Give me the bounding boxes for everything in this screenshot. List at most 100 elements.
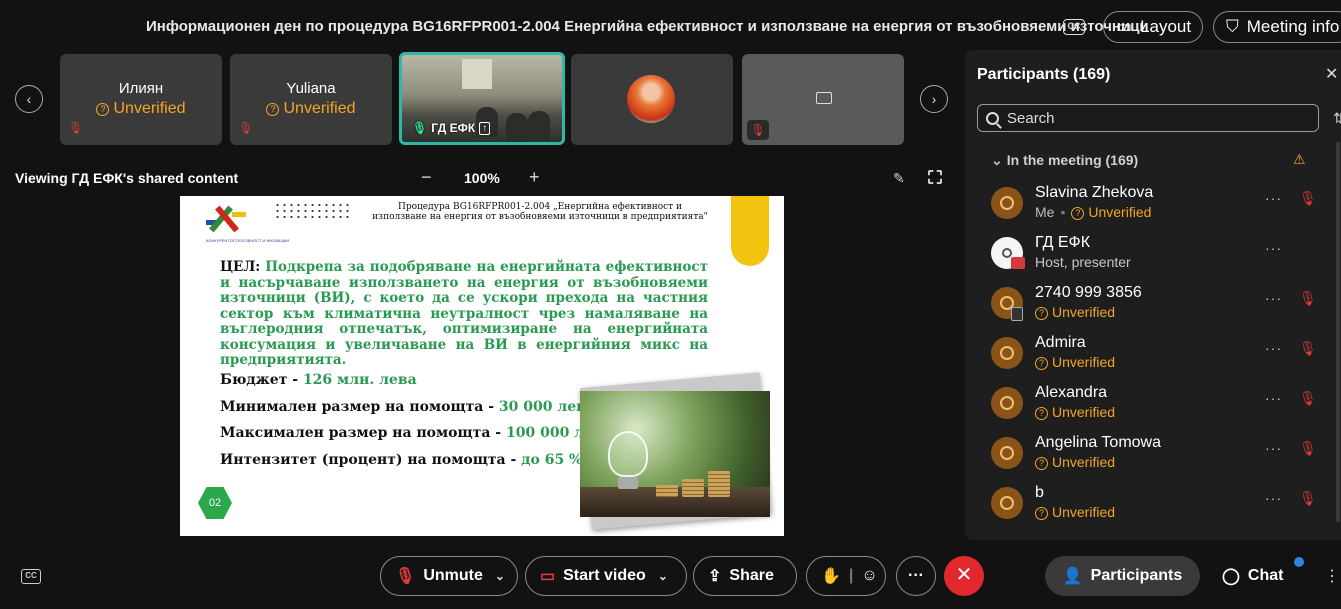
mic-muted-icon: 🎙︎: [238, 121, 254, 135]
video-tile[interactable]: Илиян ? Unverified 🎙︎: [60, 54, 222, 145]
mic-muted-icon: 🎙︎: [747, 120, 769, 140]
emoji-reaction-icon[interactable]: ☺: [861, 567, 877, 585]
tile-status-text: Unverified: [113, 100, 186, 117]
question-icon: ?: [1035, 357, 1048, 370]
decorative-yellow-shape: [731, 196, 769, 266]
zoom-level[interactable]: 100%: [464, 170, 500, 186]
tile-name: Илиян: [118, 80, 164, 97]
close-icon[interactable]: ✕: [1325, 64, 1338, 84]
row-value: до 65 %: [521, 452, 583, 468]
mic-muted-icon[interactable]: 🎙︎: [1299, 440, 1317, 457]
room-person: [506, 113, 528, 142]
mic-muted-icon[interactable]: 🎙︎: [1299, 390, 1317, 407]
more-options-icon[interactable]: ···: [1265, 290, 1282, 306]
question-icon: ?: [1071, 207, 1085, 220]
unmute-button[interactable]: 🎙︎ Unmute ⌄: [380, 556, 518, 596]
more-options-icon[interactable]: ···: [1265, 190, 1282, 206]
row-label: Минимален размер на помощта -: [220, 399, 499, 415]
room-person: [528, 111, 550, 141]
next-video-arrow-icon[interactable]: ›: [920, 85, 948, 113]
question-icon: ?: [1035, 307, 1048, 320]
status-text: Unverified: [1052, 454, 1116, 470]
zoom-in-button[interactable]: +: [529, 167, 540, 188]
participants-button[interactable]: 👤 Participants: [1045, 556, 1200, 596]
goal-text: Подкрепа за подобряване на енергийната е…: [220, 259, 708, 368]
participant-name: 2740 999 3856: [1035, 284, 1142, 301]
more-options-icon[interactable]: ···: [1265, 390, 1282, 406]
annotate-icon[interactable]: ✎: [893, 170, 905, 187]
sort-icon[interactable]: ⇅: [1333, 110, 1341, 127]
meeting-info-button[interactable]: ⛉ Meeting info: [1213, 11, 1341, 43]
avatar: [991, 187, 1023, 219]
shared-slide: КОНКУРЕНТОСПОСОБНОСТ И ИНОВАЦИИ Процедур…: [180, 196, 784, 536]
start-video-button[interactable]: ▭ Start video ⌄: [525, 556, 687, 596]
participant-name: Admira: [1035, 334, 1086, 351]
more-options-icon[interactable]: ···: [1265, 490, 1282, 506]
avatar: [991, 437, 1023, 469]
participant-status: ? Unverified: [1035, 354, 1115, 370]
panel-scrollbar[interactable]: [1336, 142, 1340, 522]
chevron-down-icon[interactable]: ⌄: [658, 569, 668, 583]
expand-icon[interactable]: [928, 170, 942, 184]
mic-muted-icon[interactable]: 🎙︎: [1299, 340, 1317, 357]
panel-title: Participants (169): [977, 66, 1111, 83]
participant-status: ? Unverified: [1035, 304, 1115, 320]
participant-row[interactable]: 2740 999 3856 ? Unverified ··· 🎙︎: [965, 284, 1341, 334]
search-box[interactable]: [977, 104, 1319, 132]
screen-share-icon: ↑: [479, 121, 491, 135]
closed-captions-icon[interactable]: CC: [1063, 19, 1085, 35]
mic-muted-icon[interactable]: 🎙︎: [1299, 290, 1317, 307]
chat-button[interactable]: ◯ Chat: [1222, 556, 1283, 596]
active-speaker-tile[interactable]: 🎙︎ ГД ЕФК ↑: [399, 52, 565, 145]
participant-name: b: [1035, 484, 1044, 501]
more-options-button[interactable]: ···: [896, 556, 936, 596]
participant-row[interactable]: ГД ЕФК Host, presenter ···: [965, 234, 1341, 284]
share-button[interactable]: ⇪ Share: [693, 556, 797, 596]
more-options-icon[interactable]: ···: [1265, 240, 1282, 256]
participant-row[interactable]: Angelina Tomowa ? Unverified ··· 🎙︎: [965, 434, 1341, 484]
meeting-title: Информационен ден по процедура BG16RFPR0…: [146, 18, 1149, 35]
mic-muted-icon[interactable]: 🎙︎: [1299, 190, 1317, 207]
more-options-icon[interactable]: ···: [1265, 340, 1282, 356]
slide-goal-paragraph: ЦЕЛ: Подкрепа за подобряване на енергийн…: [220, 259, 708, 369]
phone-icon: [1011, 307, 1023, 321]
mic-muted-icon[interactable]: 🎙︎: [1299, 490, 1317, 507]
top-bar: Информационен ден по процедура BG16RFPR0…: [0, 0, 1341, 55]
captions-icon[interactable]: CC: [21, 569, 41, 584]
mic-muted-icon: 🎙︎: [395, 568, 416, 585]
room-window: [462, 59, 492, 89]
goal-label: ЦЕЛ:: [220, 259, 261, 275]
leave-meeting-button[interactable]: ✕: [944, 556, 984, 596]
presenter-badge-icon: [1011, 257, 1025, 269]
question-icon: ?: [266, 103, 280, 116]
participant-row[interactable]: b ? Unverified ··· 🎙︎: [965, 484, 1341, 534]
participant-row[interactable]: Alexandra ? Unverified ··· 🎙︎: [965, 384, 1341, 434]
layout-button[interactable]: ▭ Layout: [1103, 11, 1203, 43]
participant-row[interactable]: Slavina Zhekova Me •? Unverified ··· 🎙︎: [965, 184, 1341, 234]
tile-status-text: Unverified: [283, 100, 356, 117]
more-icon[interactable]: ⋮: [1324, 566, 1340, 586]
video-tile[interactable]: 🎙︎: [742, 54, 904, 145]
mic-muted-icon: 🎙︎: [68, 121, 84, 135]
more-options-icon[interactable]: ···: [1265, 440, 1282, 456]
share-screen-icon: ⇪: [708, 568, 722, 585]
video-tile[interactable]: Yuliana ? Unverified 🎙︎: [230, 54, 392, 145]
decorative-dots: [274, 202, 352, 220]
chevron-down-icon[interactable]: ⌄: [495, 569, 505, 583]
meeting-info-label: Meeting info: [1246, 17, 1340, 36]
raise-hand-icon[interactable]: ✋: [821, 566, 841, 586]
search-icon: [986, 111, 999, 125]
participant-status: ? Unverified: [1035, 504, 1115, 520]
unverified-users-icon[interactable]: ⚠: [1293, 151, 1306, 168]
lightbulb-icon: [608, 431, 648, 477]
previous-video-arrow-icon[interactable]: ‹: [15, 85, 43, 113]
participant-row[interactable]: Admira ? Unverified ··· 🎙︎: [965, 334, 1341, 384]
question-icon: ?: [96, 103, 110, 116]
search-input[interactable]: [1007, 109, 1307, 127]
zoom-out-button[interactable]: −: [421, 167, 432, 188]
viewing-shared-content-label: Viewing ГД ЕФК's shared content: [15, 170, 239, 186]
participant-status: Me •? Unverified: [1035, 204, 1152, 220]
in-meeting-section-header[interactable]: ⌄ In the meeting (169): [991, 152, 1138, 169]
participant-status: ? Unverified: [1035, 454, 1115, 470]
video-tile[interactable]: [571, 54, 733, 145]
